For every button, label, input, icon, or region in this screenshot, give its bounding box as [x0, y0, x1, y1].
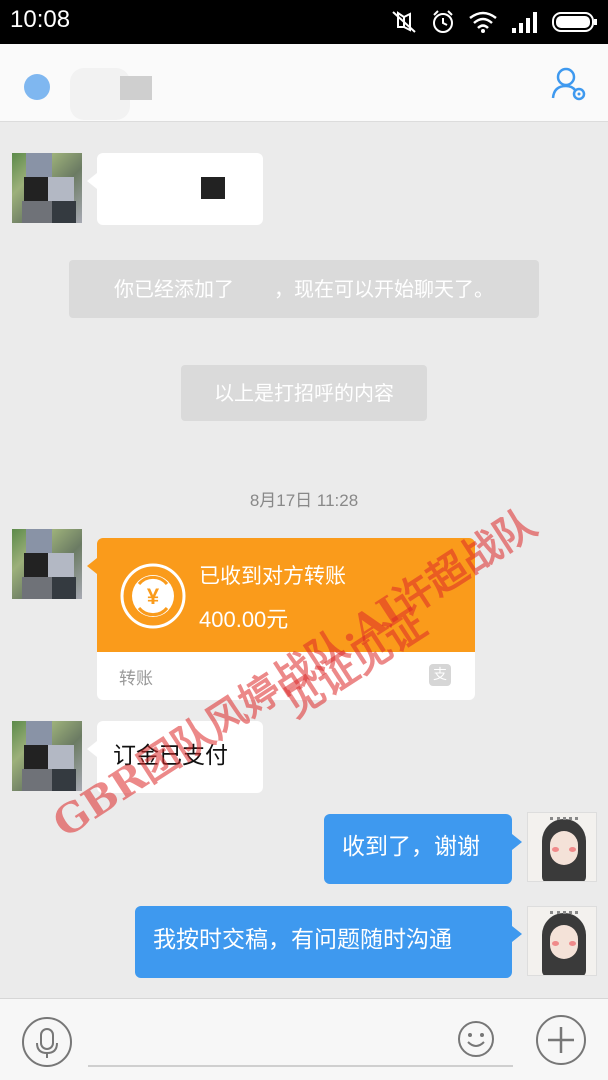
more-button[interactable] — [536, 1015, 586, 1065]
message-timestamp: 8月17日 11:28 — [249, 491, 359, 510]
status-time: 10:08 — [10, 6, 71, 33]
microphone-icon — [36, 1028, 58, 1058]
status-icons — [390, 8, 598, 36]
voice-button[interactable] — [22, 1017, 72, 1067]
transfer-title: 已收到对方转账 — [199, 564, 346, 588]
chat-list[interactable]: 你已经添加了 ，现在可以开始聊天了。 以上是打招呼的内容 8月17日 11:28… — [0, 123, 608, 998]
system-message-greeting: 以上是打招呼的内容 — [181, 365, 427, 421]
alarm-icon — [433, 10, 453, 33]
contact-avatar[interactable] — [12, 529, 82, 599]
my-avatar[interactable] — [527, 906, 597, 976]
my-avatar[interactable] — [527, 812, 597, 882]
transfer-label: 转账 — [119, 669, 153, 689]
system-message-added: 你已经添加了 ，现在可以开始聊天了。 — [69, 260, 539, 318]
transfer-received-icon: ¥ — [120, 563, 186, 629]
contact-avatar[interactable] — [12, 153, 82, 223]
transfer-card-footer: 转账 支 — [97, 652, 475, 700]
status-bar: 10:08 — [0, 0, 608, 44]
plus-icon — [548, 1027, 574, 1053]
mute-icon — [392, 11, 416, 33]
alipay-icon: 支 — [429, 664, 451, 686]
transfer-card-header: ¥ 已收到对方转账 400.00元 — [87, 538, 475, 652]
message-text: 订金已支付 — [113, 743, 228, 769]
message-bubble-outgoing[interactable]: 收到了，谢谢 — [324, 814, 522, 884]
message-bubble-redacted[interactable] — [87, 153, 263, 225]
back-icon[interactable] — [24, 74, 50, 100]
signal-icon — [512, 12, 537, 33]
transfer-amount: 400.00元 — [199, 607, 289, 632]
coin-symbol: ¥ — [147, 584, 160, 609]
message-text: 收到了，谢谢 — [342, 834, 480, 860]
message-input[interactable] — [88, 1065, 513, 1067]
message-text: 我按时交稿，有问题随时沟通 — [153, 927, 452, 953]
battery-icon — [552, 12, 597, 32]
message-bubble-incoming[interactable]: 订金已支付 — [87, 721, 263, 793]
input-bar — [0, 998, 608, 1080]
transfer-card[interactable]: ¥ 已收到对方转账 400.00元 转账 支 — [87, 538, 475, 700]
chat-header — [0, 44, 608, 122]
profile-settings-icon[interactable] — [550, 66, 588, 102]
emoji-icon[interactable] — [456, 1019, 496, 1059]
wifi-icon — [469, 11, 497, 33]
message-bubble-outgoing[interactable]: 我按时交稿，有问题随时沟通 — [135, 906, 522, 978]
contact-avatar[interactable] — [12, 721, 82, 791]
contact-name-mosaic — [120, 76, 152, 100]
